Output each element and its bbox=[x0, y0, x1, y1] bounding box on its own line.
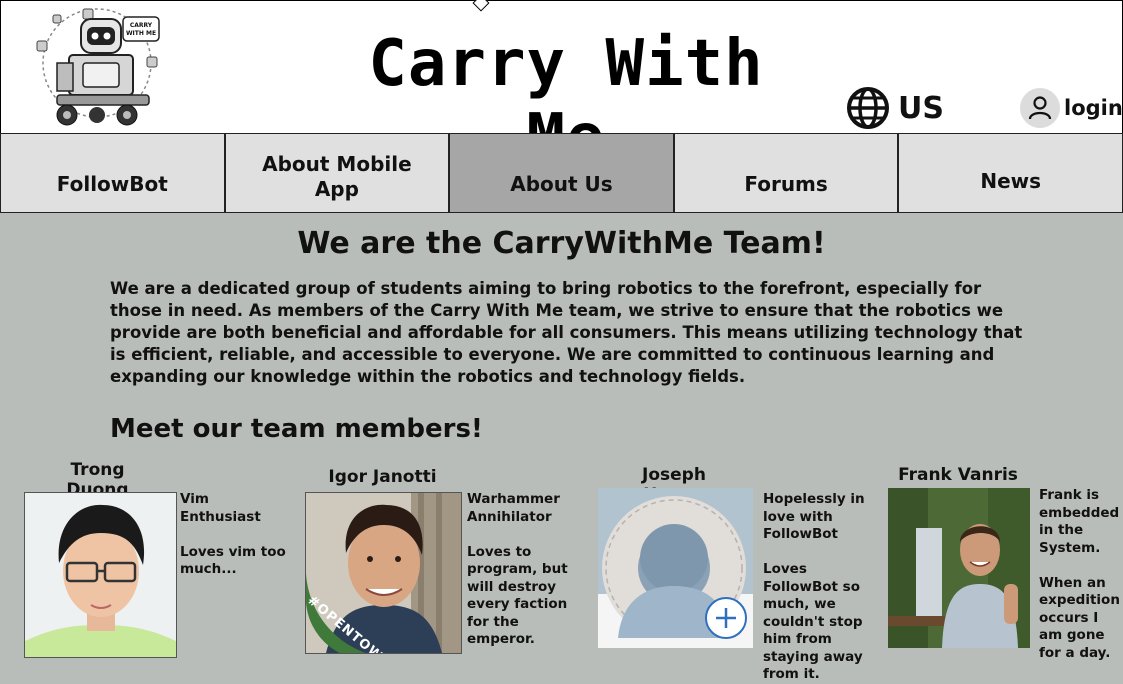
member-photo-frank bbox=[888, 488, 1030, 648]
nav-item-about-us[interactable]: About Us bbox=[449, 133, 674, 213]
login-label: login bbox=[1064, 96, 1123, 120]
member-desc-frank: Frank is embedded in the System. When an… bbox=[1039, 487, 1120, 661]
nav-item-about-mobile-app-label: About Mobile App bbox=[262, 152, 412, 201]
member-name-frank: Frank Vanris bbox=[898, 465, 1018, 485]
nav-item-followbot[interactable]: FollowBot bbox=[0, 133, 225, 213]
team-heading: Meet our team members! bbox=[110, 414, 483, 444]
robot-carrier-logo-icon[interactable]: CARRY WITH ME bbox=[23, 5, 171, 131]
member-photo-joseph bbox=[598, 488, 753, 648]
intro-paragraph: We are a dedicated group of students aim… bbox=[110, 279, 1023, 386]
region-label: US bbox=[898, 90, 944, 126]
member-desc-trong: Vim Enthusiast Loves vim too much... bbox=[180, 491, 286, 577]
logo-bubble-text-2: WITH ME bbox=[126, 30, 156, 37]
caret-marker bbox=[472, 0, 490, 12]
nav-item-news[interactable]: News bbox=[898, 133, 1123, 213]
nav-item-about-mobile-app[interactable]: About Mobile App bbox=[224, 133, 450, 213]
region-selector[interactable]: US bbox=[846, 87, 944, 129]
member-name-igor: Igor Janotti bbox=[328, 467, 437, 487]
member-desc-joseph: Hopelessly in love with FollowBot Loves … bbox=[763, 491, 865, 682]
globe-icon bbox=[847, 87, 889, 129]
member-desc-igor: Warhammer Annihilator Loves to program, … bbox=[467, 491, 568, 647]
main-nav: FollowBot About Mobile App About Us Foru… bbox=[0, 133, 1123, 215]
member-photo-igor: #OPENTOWORK bbox=[305, 492, 462, 654]
nav-item-forums[interactable]: Forums bbox=[673, 133, 899, 213]
member-photo-trong bbox=[24, 492, 177, 658]
logo-bubble-text-1: CARRY bbox=[130, 22, 153, 29]
page-heading: We are the CarryWithMe Team! bbox=[297, 226, 826, 261]
user-icon bbox=[1020, 88, 1060, 128]
login-button[interactable]: login bbox=[1020, 87, 1123, 129]
site-header: CARRY WITH ME Carry With Me US bbox=[0, 0, 1123, 175]
